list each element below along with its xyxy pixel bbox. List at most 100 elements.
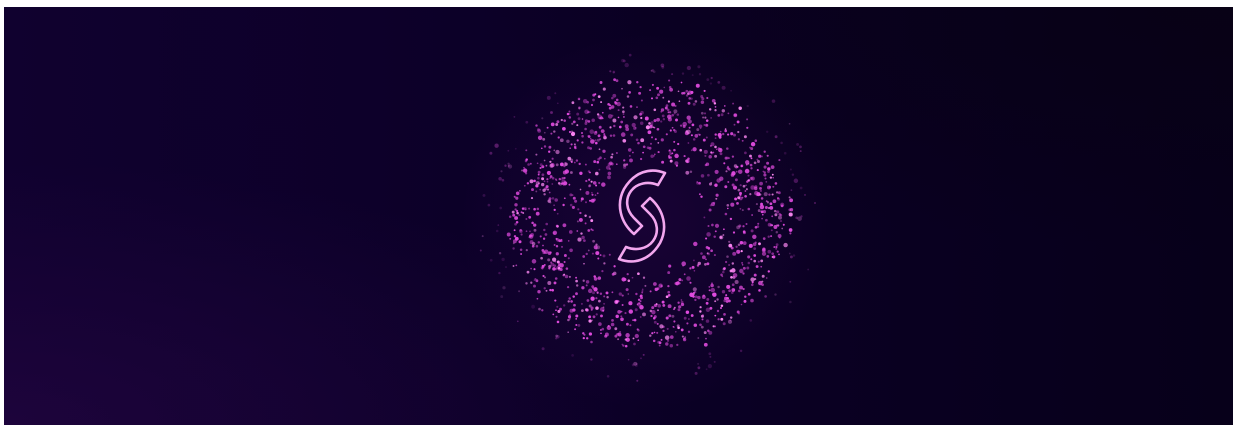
- particle: [697, 362, 700, 365]
- particle: [649, 89, 652, 92]
- particle: [606, 375, 610, 378]
- particle: [722, 267, 726, 271]
- particle: [691, 123, 695, 127]
- particle: [571, 205, 575, 209]
- particle: [767, 207, 770, 209]
- particle: [535, 153, 538, 156]
- particle: [525, 230, 528, 233]
- particle: [752, 242, 757, 247]
- particle: [570, 143, 573, 146]
- particle: [514, 216, 519, 220]
- particle: [696, 128, 700, 132]
- particle: [650, 69, 653, 72]
- particle: [588, 332, 593, 336]
- particle: [590, 296, 595, 301]
- particle: [770, 235, 773, 238]
- particle: [583, 239, 586, 242]
- particle: [593, 277, 598, 281]
- particle: [560, 239, 563, 243]
- particle: [592, 98, 595, 102]
- particle: [582, 336, 585, 340]
- particle: [568, 297, 571, 300]
- particle: [661, 114, 665, 118]
- particle: [754, 139, 758, 142]
- particle: [717, 147, 720, 150]
- particle: [632, 151, 634, 154]
- particle: [736, 249, 741, 254]
- particle: [669, 129, 672, 132]
- particle: [721, 85, 726, 90]
- particle: [710, 287, 716, 293]
- particle: [653, 153, 656, 156]
- particle: [596, 160, 600, 164]
- particle: [587, 288, 593, 294]
- particle: [689, 281, 692, 284]
- particle: [596, 292, 599, 294]
- particle: [765, 218, 768, 222]
- particle: [622, 110, 625, 114]
- particle: [584, 163, 587, 166]
- particle: [740, 250, 743, 253]
- particle: [769, 202, 773, 206]
- particle: [567, 257, 570, 260]
- particle: [656, 117, 660, 122]
- particle: [704, 154, 707, 157]
- particle: [651, 332, 654, 335]
- particle: [683, 155, 686, 158]
- particle: [556, 238, 560, 242]
- particle: [529, 162, 532, 165]
- particle: [672, 308, 676, 311]
- particle: [593, 198, 596, 202]
- particle: [777, 233, 782, 238]
- particle: [637, 272, 640, 276]
- particle: [710, 117, 712, 119]
- particle: [724, 260, 728, 264]
- particle: [633, 126, 637, 130]
- particle: [710, 249, 713, 253]
- particle: [727, 112, 730, 115]
- particle: [644, 116, 649, 121]
- particle: [588, 215, 592, 219]
- particle: [735, 245, 738, 248]
- particle: [573, 161, 576, 164]
- particle: [738, 106, 742, 111]
- particle: [681, 335, 684, 338]
- particle: [674, 330, 677, 333]
- particle: [671, 126, 674, 129]
- particle: [698, 73, 702, 76]
- particle: [771, 99, 776, 103]
- particle: [571, 130, 573, 133]
- particle: [731, 283, 735, 287]
- particle: [587, 134, 590, 138]
- particle: [730, 89, 732, 92]
- particle: [674, 153, 679, 159]
- particle: [704, 263, 707, 266]
- particle: [678, 100, 681, 102]
- particle: [572, 120, 576, 124]
- particle: [651, 306, 655, 310]
- particle: [535, 181, 540, 186]
- particle: [590, 180, 593, 183]
- particle: [585, 190, 590, 195]
- particle: [742, 266, 746, 270]
- particle: [668, 156, 671, 159]
- particle: [537, 129, 542, 133]
- particle: [697, 295, 701, 300]
- particle: [631, 276, 634, 279]
- particle: [516, 320, 519, 323]
- particle: [768, 185, 772, 189]
- particle: [623, 159, 626, 162]
- particle: [610, 105, 615, 109]
- particle: [518, 214, 521, 217]
- particle: [683, 316, 687, 320]
- particle: [654, 287, 659, 292]
- particle: [705, 319, 710, 323]
- particle: [721, 290, 726, 294]
- particle: [600, 314, 603, 318]
- particle: [733, 113, 737, 117]
- particle: [515, 196, 519, 200]
- particle: [667, 271, 671, 275]
- particle: [614, 327, 618, 331]
- particle: [617, 338, 620, 341]
- particle: [723, 313, 726, 316]
